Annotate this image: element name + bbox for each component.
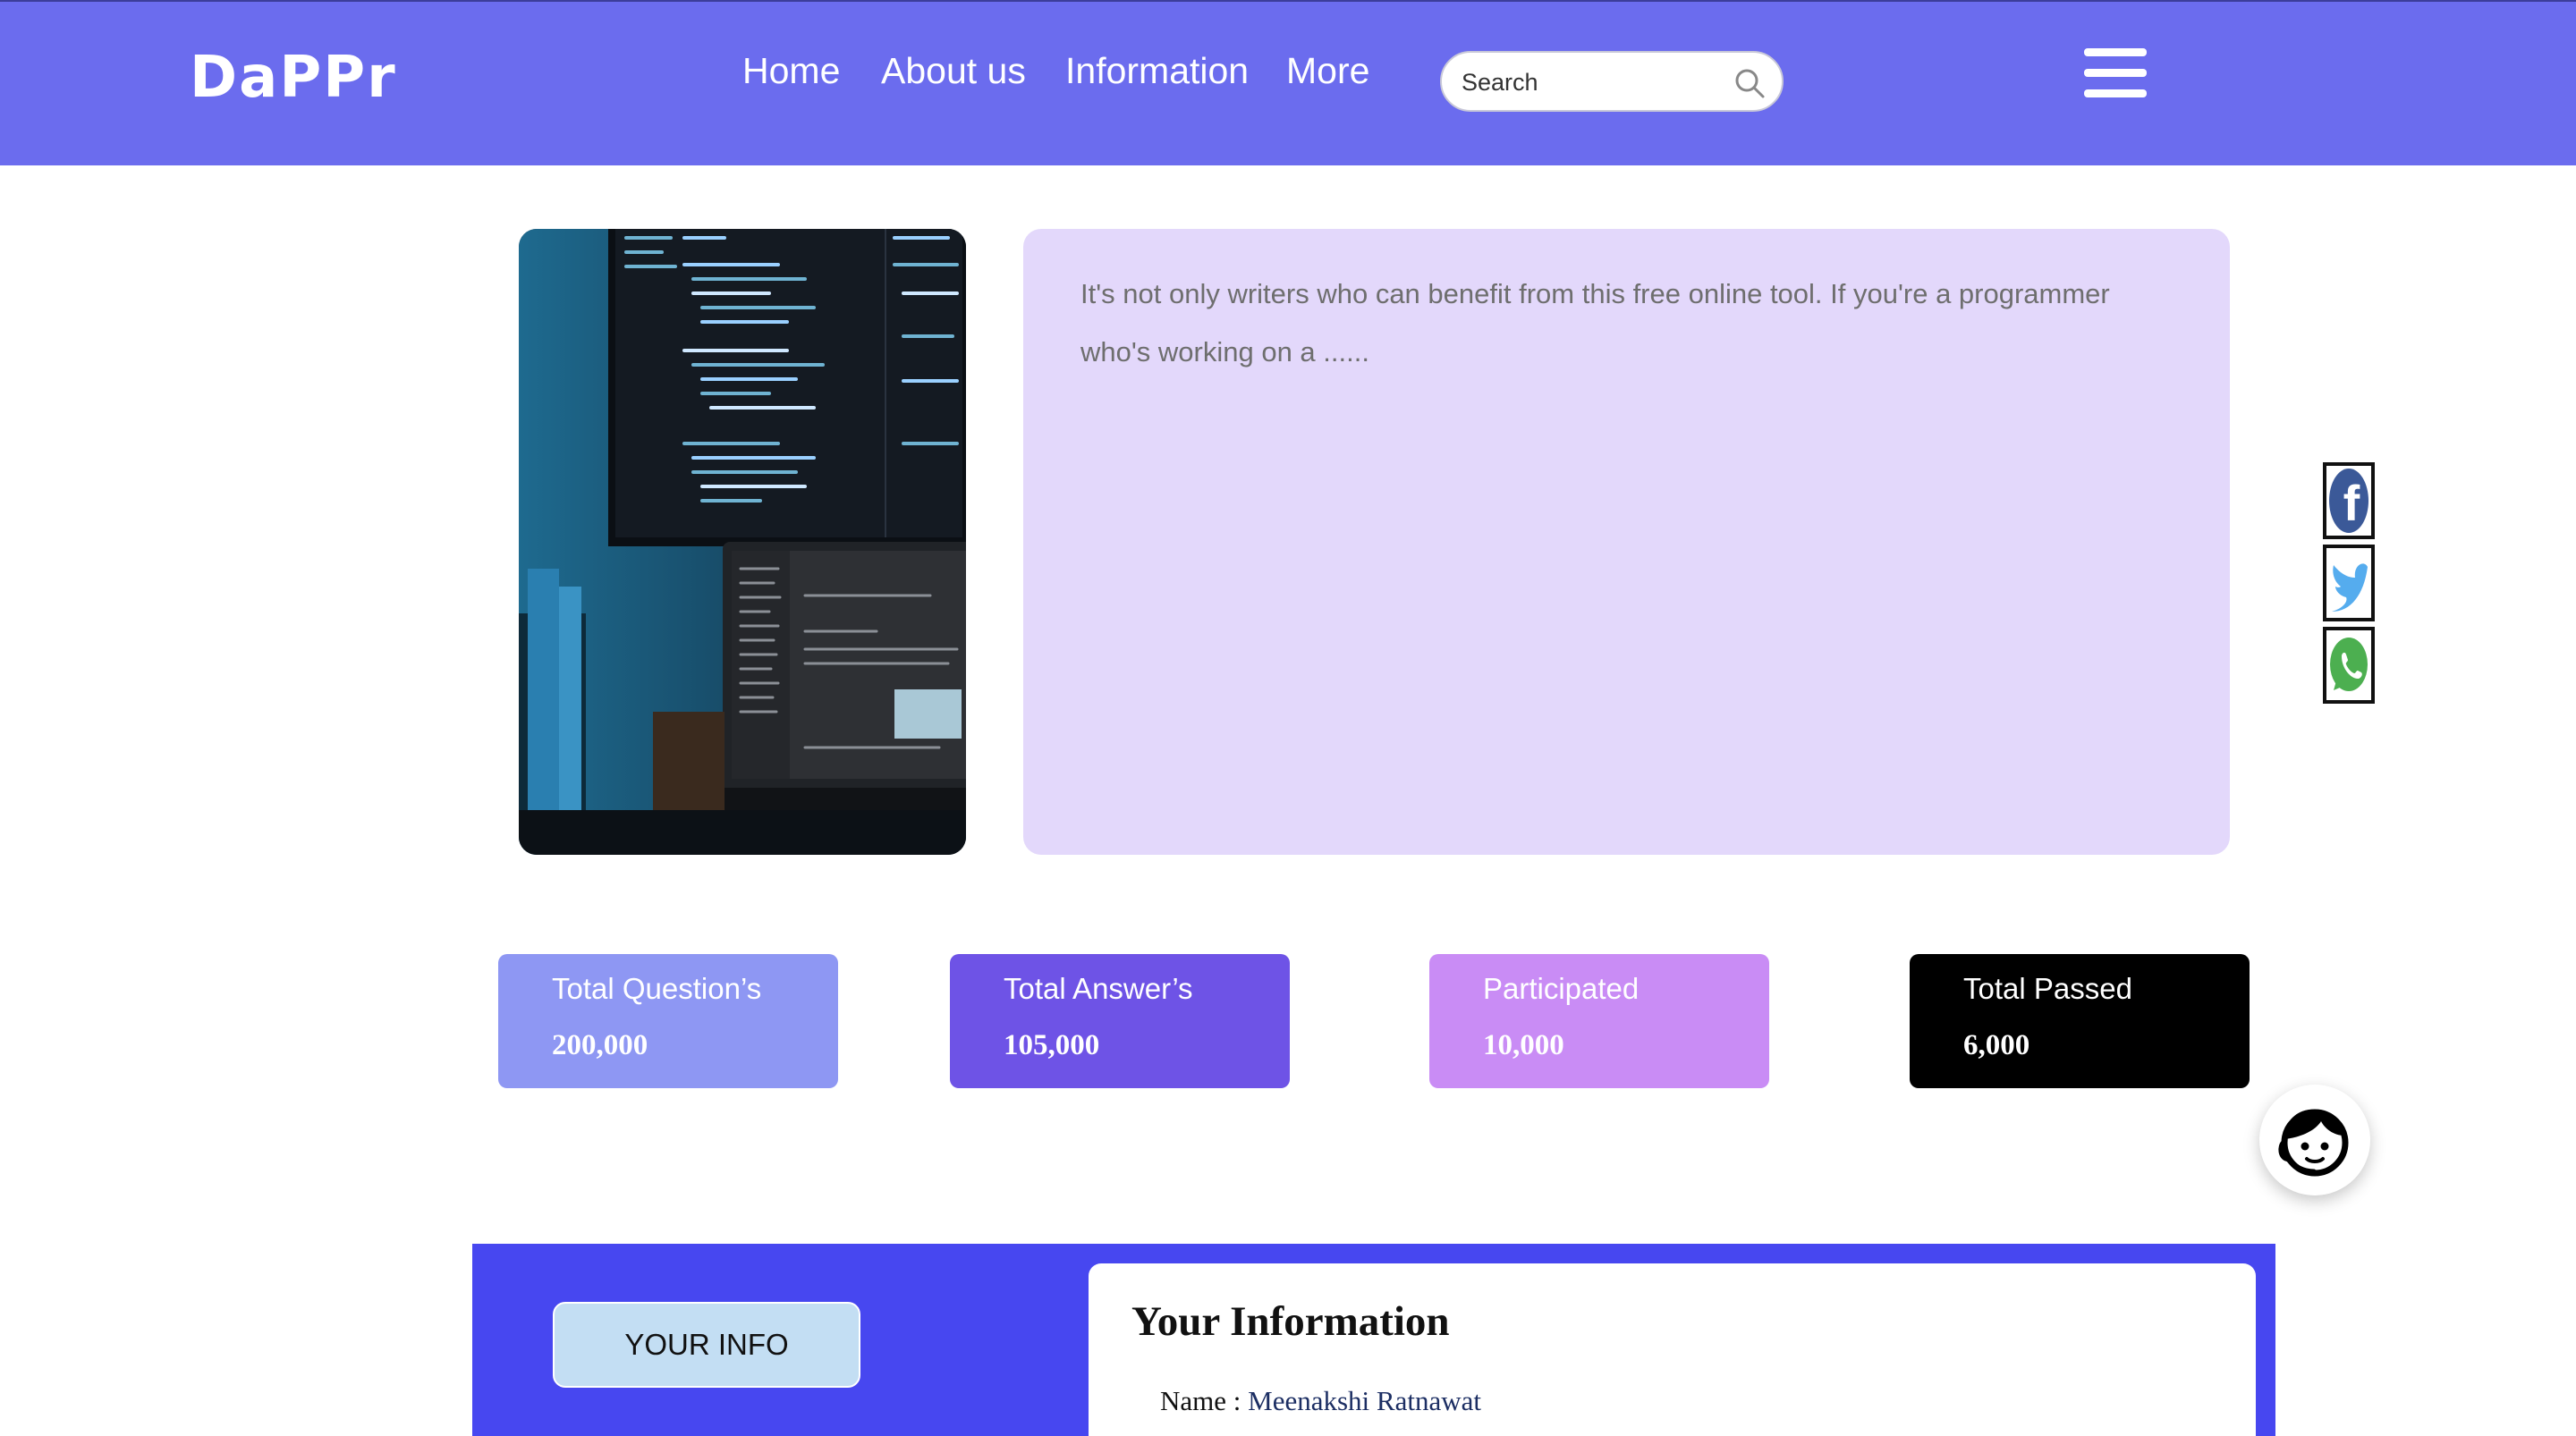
stat-card-total-questions: Total Question’s 200,000 [498,954,838,1088]
your-information-card: Your Information Name : Meenakshi Ratnaw… [1089,1263,2256,1436]
name-label: Name : [1160,1385,1249,1416]
name-row: Name : Meenakshi Ratnawat [1160,1385,1481,1417]
top-navbar: DaPPr Home About us Information More [0,0,2576,165]
nav-link-about-us[interactable]: About us [881,50,1026,92]
your-info-button[interactable]: YOUR INFO [553,1302,860,1388]
hero-image [519,229,966,855]
stat-label: Total Answer’s [1004,972,1193,1005]
stat-card-participated: Participated 10,000 [1429,954,1769,1088]
chatbot-button[interactable] [2259,1085,2370,1195]
search-input[interactable] [1462,63,1730,101]
nav-link-more[interactable]: More [1286,50,1369,92]
stat-label: Participated [1483,972,1640,1005]
stat-label: Total Passed [1963,972,2132,1005]
nav-link-information[interactable]: Information [1065,50,1249,92]
your-info-section: YOUR INFO Your Information Name : Meenak… [472,1244,2275,1436]
coding-setup-illustration [519,229,966,855]
facebook-share-button[interactable]: f [2323,462,2375,539]
whatsapp-share-button[interactable] [2323,627,2375,704]
hamburger-line [2084,69,2147,77]
stat-value: 200,000 [552,1029,648,1061]
site-logo[interactable]: DaPPr [190,45,397,111]
stat-value: 105,000 [1004,1029,1100,1061]
stat-label: Total Question’s [552,972,762,1005]
hamburger-menu-icon[interactable] [2084,48,2147,98]
info-card-title: Your Information [1131,1298,1450,1345]
hamburger-line [2084,89,2147,97]
svg-text:f: f [2343,475,2360,531]
hamburger-line [2084,48,2147,56]
stat-card-total-answers: Total Answer’s 105,000 [950,954,1290,1088]
nav-link-home[interactable]: Home [742,50,840,92]
facebook-icon: f [2329,469,2368,533]
twitter-share-button[interactable] [2323,545,2375,621]
twitter-icon [2332,563,2368,612]
search-bar [1440,51,1784,112]
stat-value: 6,000 [1963,1029,2030,1061]
stat-value: 10,000 [1483,1029,1564,1061]
search-icon[interactable] [1733,67,1766,99]
intro-text: It's not only writers who can benefit fr… [1080,278,2110,367]
stat-card-total-passed: Total Passed 6,000 [1910,954,2250,1088]
support-agent-icon [2278,1109,2349,1177]
intro-card: It's not only writers who can benefit fr… [1023,229,2230,855]
name-value: Meenakshi Ratnawat [1248,1385,1481,1416]
whatsapp-icon [2330,638,2368,691]
